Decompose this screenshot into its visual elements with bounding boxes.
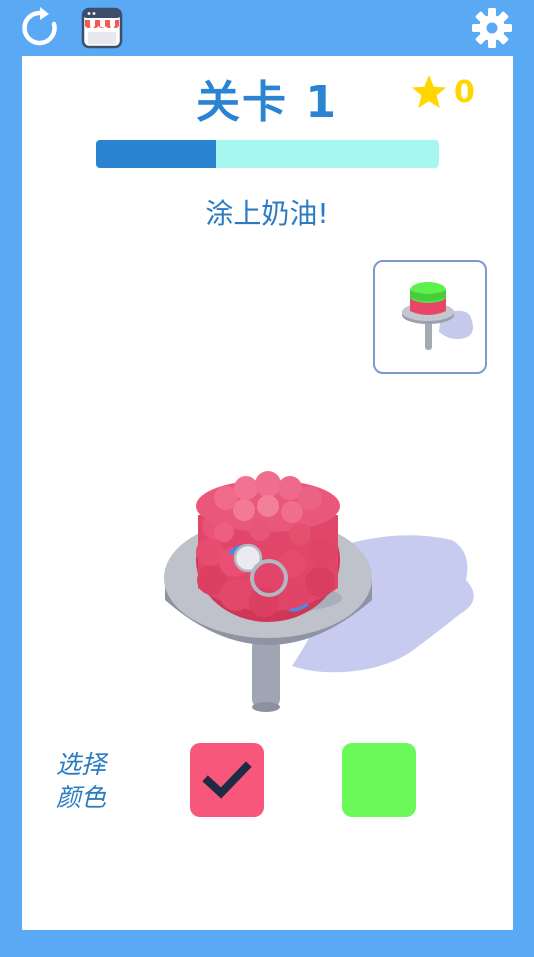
star-counter: 0 (410, 72, 475, 112)
shop-icon (81, 7, 123, 49)
settings-button[interactable] (470, 6, 514, 50)
restart-icon (22, 7, 57, 46)
color-swatch-green[interactable] (342, 743, 416, 817)
restart-button[interactable] (18, 6, 62, 50)
target-cake-icon (402, 282, 473, 350)
level-progress-bar (96, 140, 439, 168)
target-cake-preview (373, 260, 487, 374)
star-icon (411, 74, 447, 109)
instruction-text: 涂上奶油! (205, 197, 329, 230)
color-swatch-pink[interactable] (190, 743, 264, 817)
star-count: 0 (454, 74, 475, 110)
settings-icon (472, 8, 512, 48)
cream-cake (196, 471, 340, 622)
choose-color-label: 选择 颜色 (56, 750, 107, 812)
checkmark-icon (202, 761, 252, 799)
top-bar (0, 0, 534, 56)
cake-stage[interactable] (140, 460, 500, 720)
bottom-bar (0, 930, 534, 957)
level-progress-fill (96, 140, 217, 168)
stand-post (252, 638, 280, 708)
cake-scene (164, 471, 474, 712)
shop-button[interactable] (80, 6, 124, 50)
